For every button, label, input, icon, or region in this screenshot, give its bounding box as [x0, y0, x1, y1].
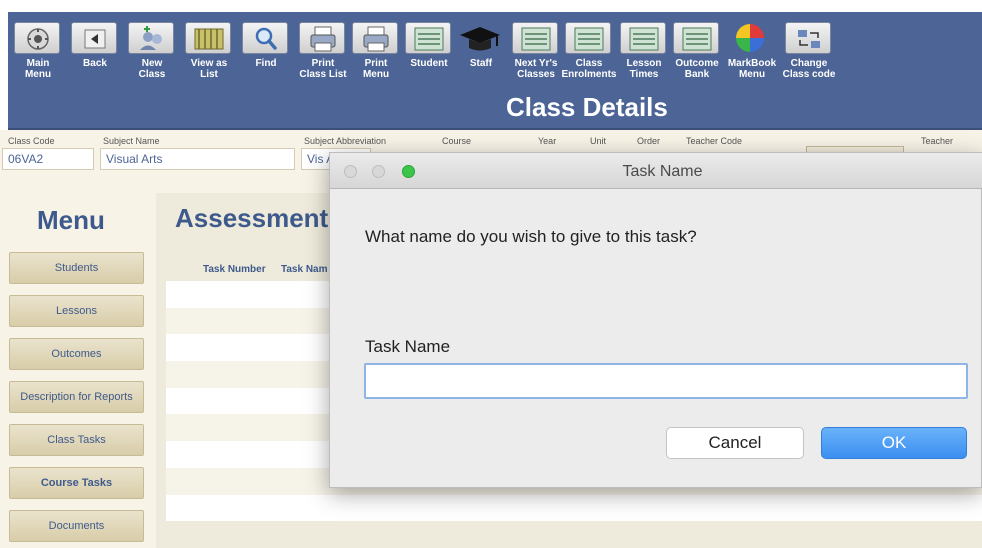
menu-title: Menu: [37, 205, 105, 235]
menu-course-tasks-button[interactable]: Course Tasks: [9, 467, 144, 499]
back-arrow-icon: [71, 22, 117, 54]
class-enrolments-button[interactable]: Class Enrolments: [561, 22, 617, 94]
assessment-title: Assessment: [175, 203, 329, 233]
student-button[interactable]: Student: [403, 22, 455, 94]
list-view-icon: [185, 22, 231, 54]
teacher-label: Teacher: [921, 136, 954, 146]
ok-button[interactable]: OK: [821, 427, 967, 459]
dialog-title: Task Name: [622, 163, 703, 180]
printer-icon: [299, 22, 345, 54]
swap-icon: [785, 22, 831, 54]
teacher-code-label: Teacher Code: [686, 136, 743, 146]
change-class-code-button[interactable]: Change Class code: [783, 22, 835, 94]
ledger-icon: [673, 22, 719, 54]
lesson-times-button[interactable]: Lesson Times: [618, 22, 670, 94]
change-class-code-label: Change Class code: [782, 58, 836, 80]
subject-abbreviation-label: Subject Abbreviation: [304, 136, 387, 146]
find-button[interactable]: Find: [240, 22, 292, 94]
page-title: Class Details: [506, 92, 668, 122]
class-code-label: Class Code: [8, 136, 55, 146]
new-class-label: New Class: [138, 58, 166, 80]
mortarboard-icon: [457, 22, 503, 54]
pie-chart-icon: [728, 22, 774, 54]
back-label: Back: [83, 58, 107, 69]
menu-description-for-reports-button[interactable]: Description for Reports: [9, 381, 144, 413]
cancel-button[interactable]: Cancel: [666, 427, 804, 459]
new-class-button[interactable]: New Class: [126, 22, 178, 94]
view-as-list-label: View as List: [190, 58, 228, 80]
menu-outcomes-button[interactable]: Outcomes: [9, 338, 144, 370]
table-row[interactable]: [166, 494, 982, 522]
year-label: Year: [538, 136, 557, 146]
unit-label: Unit: [590, 136, 607, 146]
print-menu-button[interactable]: Print Menu: [350, 22, 402, 94]
print-class-list-button[interactable]: Print Class List: [297, 22, 349, 94]
ledger-icon: [405, 22, 451, 54]
task-name-field-label: Task Name: [365, 337, 451, 356]
menu-documents-button[interactable]: Documents: [9, 510, 144, 542]
dialog-titlebar[interactable]: Task Name: [330, 153, 982, 189]
ledger-icon: [620, 22, 666, 54]
task-name-dialog: Task Name What name do you wish to give …: [329, 152, 982, 488]
task-number-column-header: Task Number: [203, 264, 266, 275]
magnifier-icon: [242, 22, 288, 54]
view-as-list-button[interactable]: View as List: [183, 22, 235, 94]
class-code-field[interactable]: 06VA2: [2, 148, 94, 170]
next-yrs-classes-button[interactable]: Next Yr's Classes: [510, 22, 562, 94]
menu-class-tasks-button[interactable]: Class Tasks: [9, 424, 144, 456]
staff-button[interactable]: Staff: [455, 22, 507, 94]
back-button[interactable]: Back: [69, 22, 121, 94]
ledger-icon: [565, 22, 611, 54]
toolbar: Main Menu Back New Class View as List Fi…: [8, 12, 982, 130]
main-menu-button[interactable]: Main Menu: [12, 22, 64, 94]
subject-name-field[interactable]: Visual Arts: [100, 148, 295, 170]
main-menu-label: Main Menu: [24, 58, 52, 80]
task-name-input[interactable]: [364, 363, 968, 399]
main-menu-icon: [14, 22, 60, 54]
menu-lessons-button[interactable]: Lessons: [9, 295, 144, 327]
markbook-menu-label: MarkBook Menu: [727, 58, 777, 80]
task-name-column-header: Task Nam: [281, 264, 328, 275]
ledger-icon: [512, 22, 558, 54]
markbook-menu-button[interactable]: MarkBook Menu: [726, 22, 778, 94]
order-label: Order: [637, 136, 661, 146]
printer-icon: [352, 22, 398, 54]
find-label: Find: [255, 58, 277, 69]
subject-name-label: Subject Name: [103, 136, 160, 146]
new-class-icon: [128, 22, 174, 54]
menu-students-button[interactable]: Students: [9, 252, 144, 284]
course-label: Course: [442, 136, 472, 146]
dialog-question: What name do you wish to give to this ta…: [365, 227, 697, 246]
outcome-bank-button[interactable]: Outcome Bank: [671, 22, 723, 94]
